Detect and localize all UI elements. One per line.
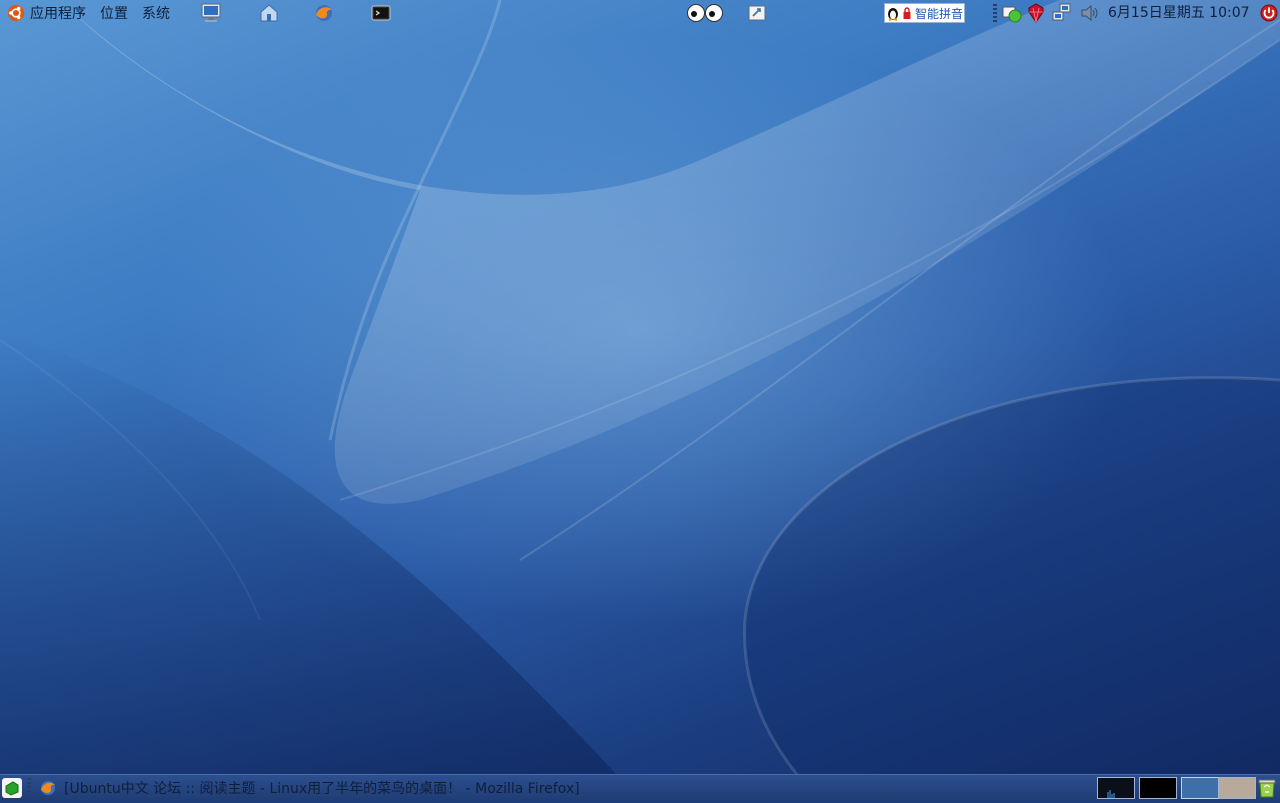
show-desktop-button[interactable] [2, 778, 22, 798]
trash-icon [1258, 779, 1276, 798]
show-desktop-icon [5, 781, 19, 796]
workspace-2[interactable] [1181, 777, 1219, 799]
terminal-launcher[interactable] [369, 2, 393, 24]
taskbar-window-title: [Ubuntu中文 论坛 :: 阅读主题 - Linux用了半年的菜鸟的桌面！ … [64, 781, 580, 797]
computer-launcher[interactable] [199, 2, 223, 24]
input-method-label: 智能拼音 [914, 6, 963, 21]
ubuntu-logo-icon[interactable] [7, 4, 25, 22]
volume-icon [1081, 4, 1098, 22]
menu-places[interactable]: 位置 [94, 0, 134, 26]
panel-drag-handle[interactable] [993, 4, 997, 22]
volume-tray[interactable] [1079, 2, 1101, 24]
terminal-icon [371, 5, 391, 21]
firefox-launcher[interactable] [312, 2, 336, 24]
top-panel: 应用程序 位置 系统 智能拼音 6月15日星期五 10:07 [0, 0, 1280, 26]
computer-icon [201, 3, 221, 22]
network-icon [1052, 3, 1071, 21]
menu-applications[interactable]: 应用程序 [30, 0, 92, 26]
lock-icon [903, 7, 911, 19]
panel-drag-handle[interactable] [27, 778, 31, 796]
ruby-gem-icon [1028, 3, 1044, 23]
firefox-icon [41, 781, 55, 795]
system-monitor-applet[interactable] [1097, 777, 1135, 799]
screenshot-icon [748, 5, 766, 21]
workspace-1-preview [1140, 778, 1176, 798]
system-monitor-icon [1107, 790, 1115, 798]
bottom-panel: [Ubuntu中文 论坛 :: 阅读主题 - Linux用了半年的菜鸟的桌面！ … [0, 774, 1280, 801]
power-icon [1260, 4, 1278, 22]
input-method-indicator[interactable]: 智能拼音 [884, 3, 965, 23]
taskbar-window-button[interactable]: [Ubuntu中文 论坛 :: 阅读主题 - Linux用了半年的菜鸟的桌面！ … [38, 777, 580, 799]
workspace-2-preview [1182, 778, 1218, 798]
firefox-icon [316, 5, 332, 21]
eyes-applet[interactable] [686, 2, 724, 24]
ruby-gem-tray[interactable] [1025, 2, 1047, 24]
workspace-3[interactable] [1218, 777, 1256, 799]
network-tray[interactable] [1051, 2, 1073, 24]
desktop-wallpaper[interactable] [0, 0, 1280, 800]
screenshot-launcher[interactable] [746, 2, 768, 24]
penguin-icon [887, 8, 898, 21]
eyes-applet-icon [687, 4, 723, 22]
home-folder-icon [260, 4, 278, 22]
home-folder-launcher[interactable] [257, 2, 281, 24]
clock[interactable]: 6月15日星期五 10:07 [1108, 0, 1250, 26]
menu-system[interactable]: 系统 [136, 0, 176, 26]
workspace-3-preview [1219, 778, 1255, 798]
wallpaper-swoosh-graphic [0, 0, 1280, 800]
messenger-status-icon [1002, 6, 1022, 23]
trash-applet[interactable] [1257, 777, 1277, 799]
shutdown-button[interactable] [1258, 2, 1280, 24]
messenger-status[interactable] [1001, 2, 1023, 24]
workspace-1[interactable] [1139, 777, 1177, 799]
